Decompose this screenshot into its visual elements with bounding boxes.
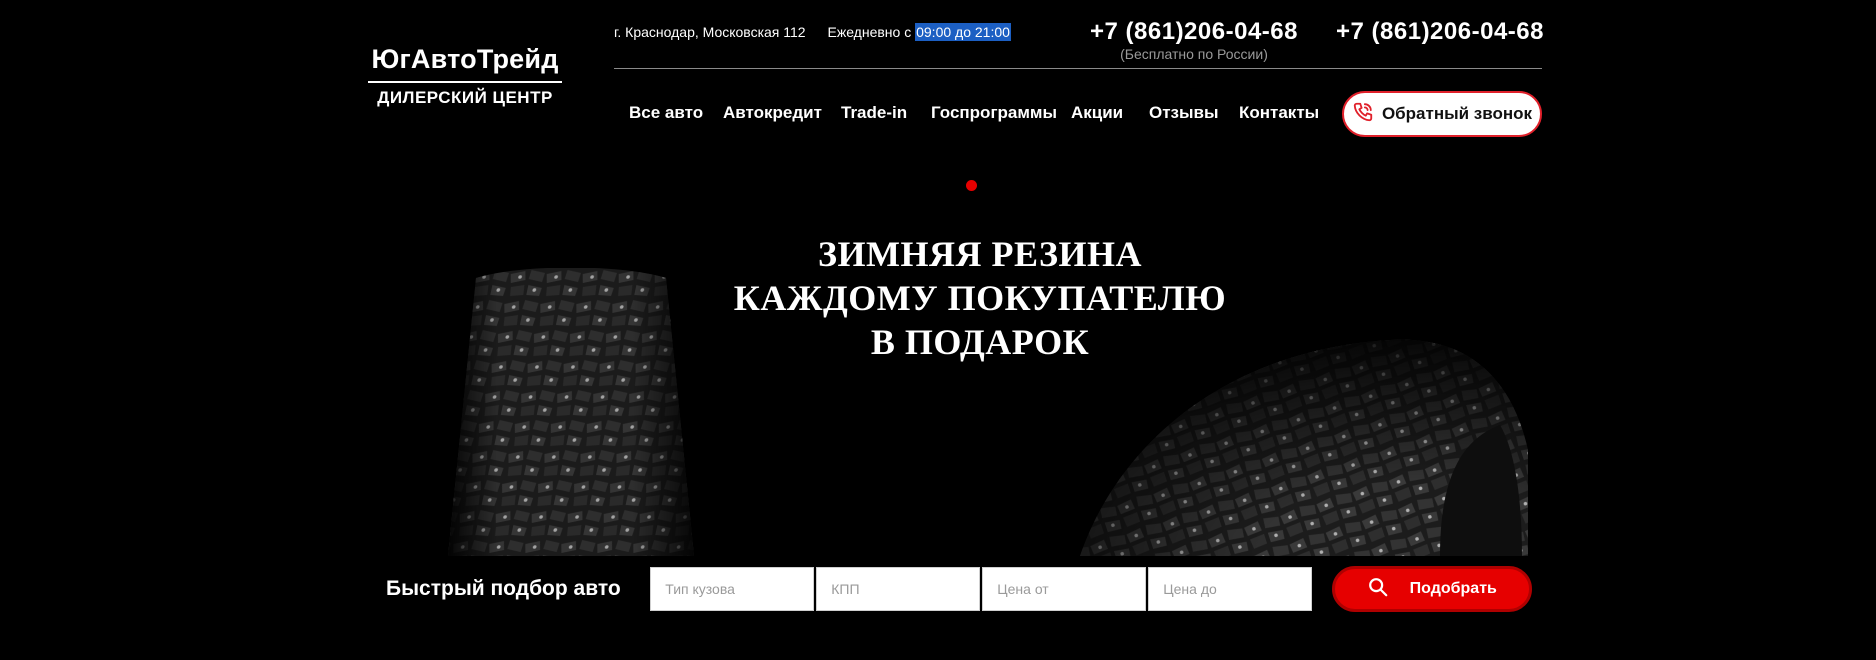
nav-item-all-cars[interactable]: Все авто [629,103,725,123]
phone-number-2[interactable]: +7 (861)206-04-68 [1336,18,1544,46]
banner-line-2: КАЖДОМУ ПОКУПАТЕЛЮ [733,278,1227,318]
body-type-field[interactable] [650,567,815,611]
main-nav: Все авто Автокредит Trade-in Госпрограмм… [629,103,1329,123]
nav-item-contacts[interactable]: Контакты [1239,103,1329,123]
callback-label: Обратный звонок [1381,104,1533,123]
price-from-field[interactable] [982,567,1147,611]
nav-item-reviews[interactable]: Отзывы [1149,103,1240,123]
quick-search-bar: Быстрый подбор авто Подобрать [366,556,1532,622]
phone-icon [1352,101,1374,128]
header-divider [614,68,1542,69]
search-button-label: Подобрать [1409,580,1497,597]
nav-item-promotions[interactable]: Акции [1071,103,1150,123]
logo[interactable]: ЮгАвтоТрейд ДИЛЕРСКИЙ ЦЕНТР [368,44,562,108]
nav-item-gov-programs[interactable]: Госпрограммы [931,103,1073,123]
address: г. Краснодар, Московская 112 [614,24,806,40]
nav-item-trade-in[interactable]: Trade-in [841,103,934,123]
working-hours: 09:00 до 21:00 [915,23,1011,41]
page: ЮгАвтоТрейд ДИЛЕРСКИЙ ЦЕНТР г. Краснодар… [0,0,1876,660]
banner-headline: ЗИМНЯЯ РЕЗИНА КАЖДОМУ ПОКУПАТЕЛЮ В ПОДАР… [700,232,1260,364]
winter-tire-image-left [448,268,694,556]
contact-info: г. Краснодар, Московская 112 Ежедневно с… [614,23,1011,41]
banner-line-3: В ПОДАРОК [870,322,1090,362]
phone-number-1[interactable]: +7 (861)206-04-68 [1090,18,1298,46]
search-button[interactable]: Подобрать [1332,566,1532,612]
price-to-field[interactable] [1148,567,1313,611]
slide-indicator-dot[interactable] [966,180,977,191]
phone-block-1: +7 (861)206-04-68 (Бесплатно по России) [1090,18,1298,62]
quick-search-title: Быстрый подбор авто [386,577,621,600]
nav-item-car-loan[interactable]: Автокредит [723,103,840,123]
phone-note: (Бесплатно по России) [1120,46,1268,62]
banner-line-1: ЗИМНЯЯ РЕЗИНА [818,234,1142,274]
hours-label: Ежедневно с [827,24,916,40]
phone-block-2: +7 (861)206-04-68 [1336,18,1544,46]
callback-button[interactable]: Обратный звонок [1342,91,1542,137]
transmission-field[interactable] [816,567,981,611]
logo-subtitle: ДИЛЕРСКИЙ ЦЕНТР [377,88,553,107]
logo-name: ЮгАвтоТрейд [368,44,562,83]
search-icon [1367,576,1389,603]
